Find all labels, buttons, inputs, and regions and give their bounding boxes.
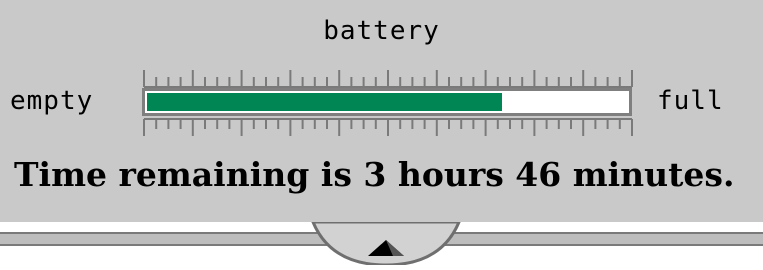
bottom-tick-scale [140,118,636,136]
battery-level-fill [147,93,502,111]
drawer-toggle-handle[interactable] [310,220,462,267]
time-remaining-text: Time remaining is 3 hours 46 minutes. [14,155,735,194]
battery-title: battery [323,16,440,46]
full-label: full [657,86,724,116]
bottom-ticks-svg [143,118,633,136]
handle-svg [310,220,462,267]
bottom-bar [0,220,763,267]
battery-level-meter [142,88,632,116]
top-ticks-svg [143,70,633,88]
empty-label: empty [10,86,94,116]
battery-panel: battery empty full Time remaining is 3 h… [0,0,763,222]
top-tick-scale [140,70,636,88]
